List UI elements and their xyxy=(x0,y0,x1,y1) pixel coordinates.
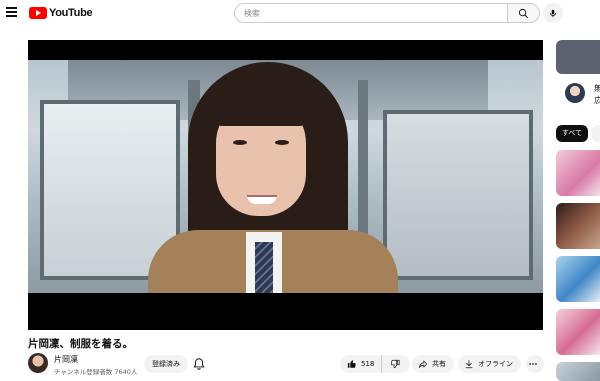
search-button[interactable] xyxy=(507,3,540,23)
voice-search-button[interactable] xyxy=(543,3,563,23)
like-dislike-group: 518 xyxy=(340,355,410,373)
offline-label: オフライン xyxy=(478,360,513,368)
youtube-logo[interactable]: YouTube xyxy=(29,6,93,20)
masthead: YouTube xyxy=(0,0,600,27)
more-actions-button[interactable] xyxy=(526,355,544,373)
related-video-thumbnail[interactable] xyxy=(556,150,600,196)
ad-title[interactable]: 無 xyxy=(594,83,600,94)
ad-subtitle: 広 xyxy=(594,96,600,105)
search-input[interactable] xyxy=(244,8,494,19)
related-video-thumbnail[interactable] xyxy=(556,256,600,302)
offline-button[interactable]: オフライン xyxy=(458,355,521,373)
menu-icon[interactable] xyxy=(6,7,17,17)
related-video-thumbnail[interactable] xyxy=(556,203,600,249)
video-frame xyxy=(28,60,543,293)
filter-chip-all[interactable]: すべて xyxy=(556,125,588,142)
related-video-thumbnail[interactable] xyxy=(556,309,600,355)
search-icon xyxy=(518,8,528,18)
dislike-button[interactable] xyxy=(382,359,404,369)
related-video-thumbnail[interactable] xyxy=(556,362,600,381)
subscriber-count: チャンネル登録者数 7640人 xyxy=(54,368,138,376)
youtube-logo-icon xyxy=(29,7,47,19)
sidebar-ad-banner[interactable] xyxy=(556,40,600,74)
ad-avatar[interactable] xyxy=(565,83,585,103)
channel-name[interactable]: 片岡凜 xyxy=(54,354,78,365)
like-button[interactable]: 518 xyxy=(340,355,383,373)
like-count: 518 xyxy=(361,360,375,368)
video-title: 片岡凜、制服を着る。 xyxy=(28,338,133,350)
bell-icon[interactable] xyxy=(192,357,206,371)
thumbs-up-icon xyxy=(347,360,356,368)
filter-chip[interactable] xyxy=(592,125,600,142)
share-icon xyxy=(418,360,428,368)
logo-text: YouTube xyxy=(49,7,93,19)
search-box[interactable] xyxy=(234,3,508,23)
mic-icon xyxy=(550,9,556,17)
subscribed-button[interactable]: 登録済み xyxy=(144,355,188,373)
share-button[interactable]: 共有 xyxy=(412,355,454,373)
more-icon xyxy=(529,363,537,365)
share-label: 共有 xyxy=(432,360,446,368)
channel-avatar[interactable] xyxy=(28,353,48,373)
video-player[interactable] xyxy=(28,40,543,330)
download-icon xyxy=(465,360,473,369)
thumbs-down-icon xyxy=(391,359,400,369)
